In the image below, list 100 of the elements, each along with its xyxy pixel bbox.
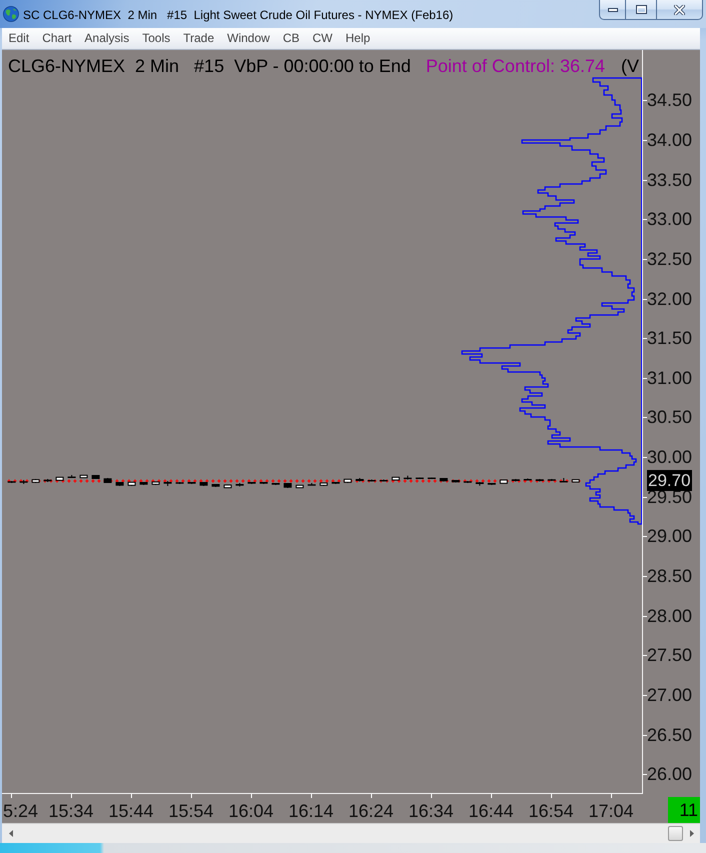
window-title: SC CLG6-NYMEX 2 Min #15 Light Sweet Crude Oil Futures - NYMEX (Feb16) — [23, 8, 454, 22]
candlestick — [476, 482, 484, 486]
price-label: 26.00 — [647, 767, 692, 782]
price-label: 28.00 — [647, 608, 692, 624]
chart-title: CLG6-NYMEX 2 Min #15 VbP - 00:00:00 to End — [8, 55, 411, 77]
candlestick — [212, 484, 220, 488]
maximize-icon — [636, 5, 646, 14]
candlestick — [224, 484, 232, 488]
candlestick — [368, 479, 376, 482]
candlestick — [500, 480, 508, 484]
last-price-label: 29.70 — [647, 470, 692, 491]
horizontal-scrollbar[interactable] — [2, 823, 700, 843]
time-label: 15:44 — [108, 802, 154, 823]
candlestick — [164, 480, 172, 486]
globe-icon — [3, 6, 19, 22]
candlestick — [428, 477, 436, 480]
candlestick — [404, 475, 412, 480]
price-label: 33.00 — [647, 212, 692, 228]
price-label: 30.00 — [647, 450, 692, 466]
minimize-icon — [608, 8, 618, 12]
menu-item[interactable]: Help — [339, 28, 377, 49]
menu-item[interactable]: Chart — [36, 28, 78, 49]
time-label: 16:34 — [408, 802, 454, 823]
time-label: 15:54 — [168, 802, 214, 823]
candlestick — [200, 482, 208, 486]
candlestick — [68, 474, 76, 478]
price-label: 28.50 — [647, 569, 692, 584]
study-label-fragment: (V — [621, 55, 640, 77]
menu-item[interactable]: Window — [220, 28, 276, 49]
candlestick — [308, 482, 316, 486]
candlestick — [152, 482, 160, 486]
candlestick — [536, 478, 544, 482]
candlestick — [296, 484, 304, 488]
candlestick — [524, 478, 532, 481]
candlestick — [260, 482, 268, 484]
menu-item[interactable]: Tools — [136, 28, 177, 49]
price-label: 30.50 — [647, 410, 692, 426]
time-label: 15:34 — [48, 802, 94, 823]
price-label: 29.00 — [647, 529, 692, 544]
candlestick — [464, 480, 472, 484]
candlestick — [56, 476, 64, 482]
candlestick — [128, 482, 136, 486]
minimize-button[interactable] — [599, 0, 626, 20]
price-label: 29.50 — [647, 490, 692, 505]
price-label: 27.00 — [647, 688, 692, 703]
close-icon — [674, 4, 685, 14]
price-label: 31.50 — [647, 331, 692, 346]
point-of-control-label: Point of Control: 36.74 — [426, 55, 606, 77]
time-label: 16:24 — [348, 802, 394, 823]
candlestick — [320, 482, 328, 486]
candlestick — [188, 482, 196, 484]
price-label: 33.50 — [647, 172, 692, 188]
candlestick — [236, 482, 244, 487]
candlestick — [560, 478, 568, 482]
candlestick — [356, 478, 364, 482]
candlestick — [392, 476, 400, 481]
candlestick — [452, 480, 460, 483]
candlestick — [272, 482, 280, 486]
candlestick — [8, 480, 16, 484]
right-triangle-icon — [690, 830, 694, 837]
candlestick — [380, 479, 388, 482]
candlestick — [176, 482, 184, 484]
left-triangle-icon — [8, 830, 12, 837]
candlestick — [44, 478, 52, 482]
menu-item[interactable]: Edit — [2, 28, 36, 49]
time-label: 16:44 — [468, 802, 514, 823]
candlestick — [332, 482, 340, 484]
candlestick — [116, 482, 124, 486]
close-button[interactable] — [657, 0, 703, 20]
candlestick — [440, 478, 448, 482]
price-label: 34.50 — [647, 93, 692, 108]
time-label: 17:04 — [588, 802, 634, 823]
candlestick — [104, 478, 112, 484]
candlestick — [248, 482, 256, 484]
candlestick — [572, 479, 580, 483]
price-label: 32.00 — [647, 292, 692, 307]
candlestick — [80, 474, 88, 478]
candlestick — [344, 478, 352, 484]
menu-item[interactable]: CB — [276, 28, 306, 49]
candlestick — [140, 482, 148, 486]
candlestick — [416, 477, 424, 480]
price-label: 31.00 — [647, 370, 692, 386]
candlestick — [20, 480, 28, 484]
price-label: 34.00 — [647, 132, 692, 148]
candlestick — [284, 482, 292, 488]
maximize-button[interactable] — [626, 0, 657, 20]
candlestick — [488, 482, 496, 486]
candlestick — [32, 478, 40, 484]
menu-item[interactable]: Analysis — [78, 28, 136, 49]
time-label: 5:24 — [3, 802, 38, 823]
time-label: 16:54 — [528, 802, 574, 823]
menu-item[interactable]: Trade — [176, 28, 221, 49]
scrollbar-thumb[interactable] — [668, 826, 683, 841]
menu-item[interactable]: CW — [306, 28, 339, 49]
candlestick — [548, 478, 556, 482]
price-label: 32.50 — [647, 252, 692, 267]
candlestick — [512, 478, 520, 482]
time-label: 16:14 — [288, 802, 334, 823]
price-label: 27.50 — [647, 648, 692, 664]
bar-counter: 11 — [668, 797, 700, 823]
